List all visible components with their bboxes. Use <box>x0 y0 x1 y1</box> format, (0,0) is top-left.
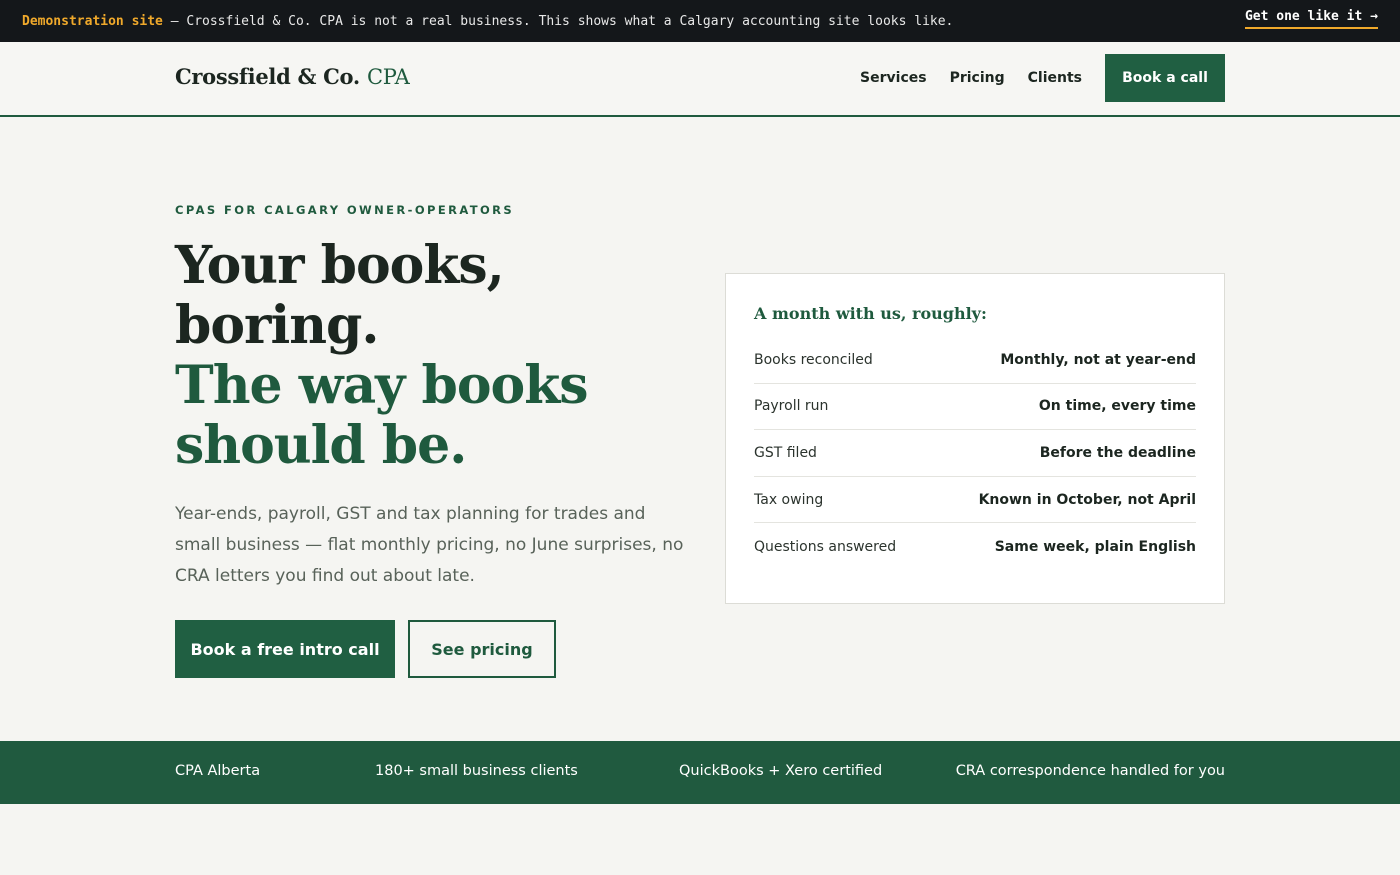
row-value: Known in October, not April <box>978 491 1196 508</box>
trust-item-clients: 180+ small business clients <box>375 763 578 779</box>
hero-lede: Year-ends, payroll, GST and tax planning… <box>175 504 684 586</box>
nav-pricing[interactable]: Pricing <box>950 70 1005 86</box>
book-intro-call-button[interactable]: Book a free intro call <box>175 620 395 678</box>
demo-tag: Demonstration site <box>22 13 163 29</box>
trust-item-cra: CRA correspondence handled for you <box>955 763 1225 779</box>
demo-message: — Crossfield & Co. CPA is not a real bus… <box>162 13 954 29</box>
nav-services[interactable]: Services <box>860 70 927 86</box>
row-value: On time, every time <box>1038 398 1196 415</box>
book-call-button[interactable]: Book a call <box>1105 54 1225 102</box>
month-summary-card: A month with us, roughly: Books reconcil… <box>725 273 1225 604</box>
get-one-link[interactable]: Get one like it → <box>1244 9 1378 29</box>
hero-eyebrow: CPAS FOR CALGARY OWNER-OPERATORS <box>175 203 515 217</box>
nav-clients[interactable]: Clients <box>1028 70 1082 86</box>
row-value: Monthly, not at year-end <box>1000 351 1196 368</box>
headline-line-1: Your books, boring. <box>175 235 505 356</box>
row-label: Payroll run <box>754 398 829 415</box>
trust-item-cpa-alberta: CPA Alberta <box>175 763 261 779</box>
row-value: Before the deadline <box>1039 444 1196 461</box>
row-value: Same week, plain English <box>994 538 1196 555</box>
card-row: Books reconciled Monthly, not at year-en… <box>754 337 1196 384</box>
logo-name: Crossfield & Co. <box>175 64 360 89</box>
main-nav: Services Pricing Clients Book a call <box>860 54 1225 102</box>
hero-headline: Your books, boring. The way books should… <box>175 236 695 476</box>
card-row: GST filed Before the deadline <box>754 430 1196 477</box>
row-label: Books reconciled <box>754 351 873 368</box>
see-pricing-button[interactable]: See pricing <box>408 620 556 678</box>
site-header: Crossfield & Co. CPA Services Pricing Cl… <box>0 42 1400 117</box>
card-row: Tax owing Known in October, not April <box>754 477 1196 524</box>
trust-item-certified: QuickBooks + Xero certified <box>679 763 883 779</box>
demo-banner: Demonstration site — Crossfield & Co. CP… <box>0 0 1400 42</box>
card-row: Questions answered Same week, plain Engl… <box>754 523 1196 570</box>
card-row: Payroll run On time, every time <box>754 384 1196 431</box>
row-label: GST filed <box>754 444 817 461</box>
card-title: A month with us, roughly: <box>754 304 987 323</box>
logo-accent: CPA <box>366 65 410 89</box>
headline-line-2: The way books should be. <box>175 355 588 476</box>
row-label: Tax owing <box>754 491 824 508</box>
trust-strip: CPA Alberta 180+ small business clients … <box>0 741 1400 804</box>
row-label: Questions answered <box>754 538 897 555</box>
logo[interactable]: Crossfield & Co. CPA <box>175 64 410 89</box>
